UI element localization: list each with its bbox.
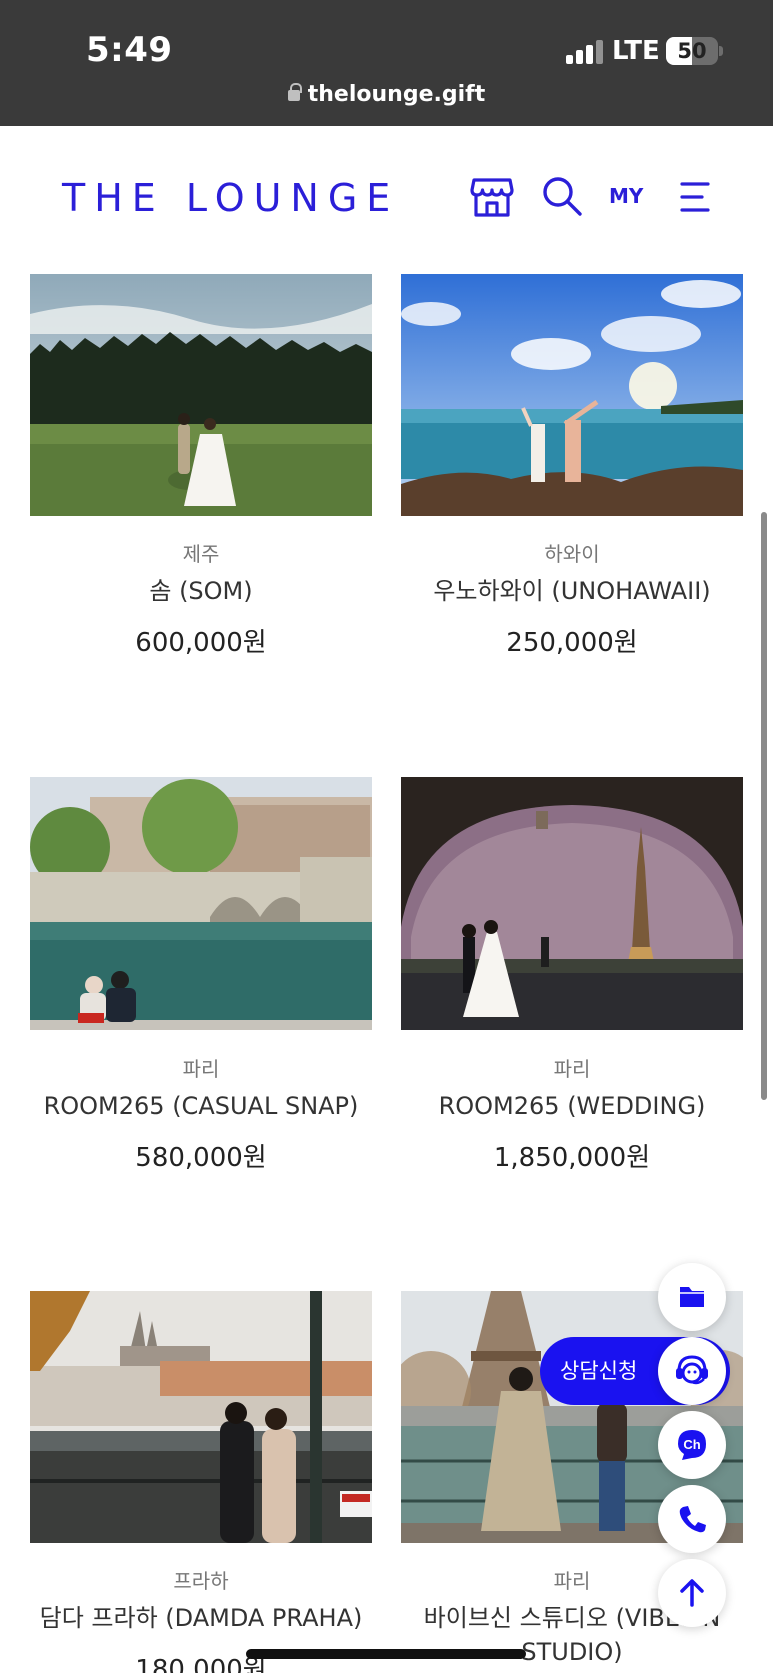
product-name[interactable]: ROOM265 (WEDDING) xyxy=(381,1089,763,1123)
folder-icon xyxy=(680,1287,704,1307)
phone-button[interactable] xyxy=(658,1485,726,1553)
product-name[interactable]: 솜 (SOM) xyxy=(10,574,392,608)
scroll-top-button[interactable] xyxy=(658,1559,726,1627)
product-region: 파리 xyxy=(182,1057,220,1081)
page-scrollbar[interactable] xyxy=(761,512,767,1100)
product-image[interactable] xyxy=(30,1291,372,1543)
scroll-top-icon xyxy=(680,1579,704,1607)
product-price: 600,000원 xyxy=(135,628,267,658)
product-price: 250,000원 xyxy=(506,628,638,658)
folder-button[interactable] xyxy=(658,1263,726,1331)
network-label: LTE xyxy=(612,36,660,66)
address-bar[interactable]: thelounge.gift xyxy=(0,82,773,107)
channel-chat-button[interactable]: Ch xyxy=(658,1411,726,1479)
my-page-link[interactable]: MY xyxy=(609,184,643,208)
phone-icon xyxy=(679,1506,706,1533)
url-text: thelounge.gift xyxy=(307,82,486,107)
chat-badge-text: Ch xyxy=(683,1437,700,1452)
product-price: 1,850,000원 xyxy=(493,1143,651,1173)
status-bar: 5:49 LTE 50 thelounge.gift xyxy=(0,0,773,126)
product-region: 파리 xyxy=(553,1057,591,1081)
product-image[interactable] xyxy=(401,274,743,516)
product-image[interactable] xyxy=(401,777,743,1030)
product-price: 580,000원 xyxy=(135,1143,267,1173)
home-indicator[interactable] xyxy=(246,1649,526,1659)
status-time: 5:49 xyxy=(86,30,173,70)
product-image[interactable] xyxy=(30,274,372,516)
battery-tip xyxy=(719,46,723,56)
lock-icon xyxy=(287,83,302,101)
product-region: 제주 xyxy=(182,542,220,566)
product-name[interactable]: 우노하와이 (UNOHAWAII) xyxy=(381,574,763,608)
product-region: 하와이 xyxy=(544,542,600,566)
search-icon[interactable] xyxy=(541,175,583,217)
product-image[interactable] xyxy=(30,777,372,1030)
channel-chat-icon: Ch xyxy=(678,1430,706,1460)
store-icon[interactable] xyxy=(470,176,514,218)
signal-icon xyxy=(566,40,606,64)
consult-label: 상담신청 xyxy=(560,1359,638,1383)
menu-icon[interactable] xyxy=(680,181,710,213)
site-logo[interactable]: THE LOUNGE xyxy=(62,176,399,220)
battery-level: 50 xyxy=(677,39,707,63)
counselor-button[interactable] xyxy=(658,1337,726,1405)
product-name[interactable]: 담다 프라하 (DAMDA PRAHA) xyxy=(10,1601,392,1635)
product-name[interactable]: ROOM265 (CASUAL SNAP) xyxy=(10,1089,392,1123)
battery-icon: 50 xyxy=(666,37,718,65)
product-region: 프라하 xyxy=(173,1569,229,1593)
counselor-icon xyxy=(676,1355,708,1385)
site-header: THE LOUNGE MY xyxy=(0,126,773,266)
